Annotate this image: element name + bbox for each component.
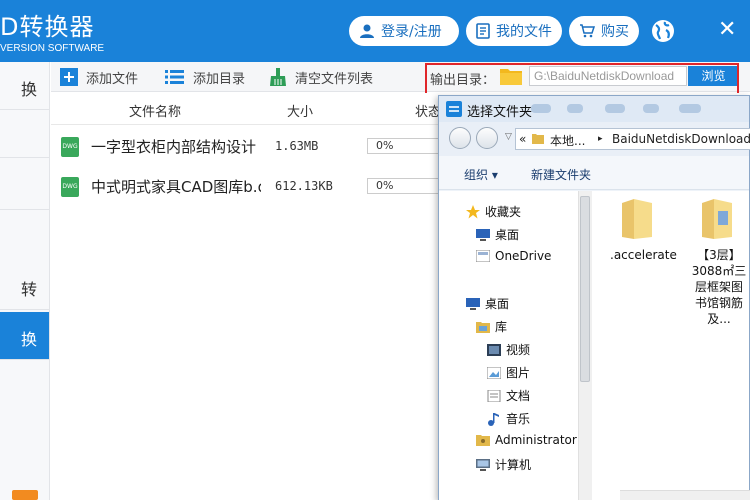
dialog-app-icon — [446, 101, 462, 117]
dialog-command-bar: 组织 ▾ 新建文件夹 — [439, 156, 749, 190]
address-bar[interactable]: « 本地... ▸ BaiduNetdiskDownload — [515, 128, 750, 150]
my-files-label: 我的文件 — [496, 24, 552, 40]
file-name: .accelerate — [610, 248, 677, 262]
address-segment-local[interactable]: 本地... — [550, 132, 585, 149]
output-dir-label: 输出目录： — [430, 73, 496, 88]
add-directory-button[interactable]: 添加目录 — [165, 67, 245, 87]
column-header-name: 文件名称 — [129, 105, 182, 120]
library-icon — [476, 321, 490, 333]
tree-item-favorites[interactable]: 收藏夹 — [466, 203, 521, 220]
tree-item-library[interactable]: 库 — [476, 318, 507, 335]
star-icon — [466, 204, 480, 218]
login-button[interactable]: 登录/注册 — [349, 16, 459, 46]
clear-list-button[interactable]: 清空文件列表 — [269, 67, 373, 87]
blurred-item — [643, 104, 659, 113]
files-pane: .accelerate 【3层】3088㎡三层框架图书馆钢筋及... — [592, 191, 749, 500]
corner-logo-icon — [12, 490, 38, 500]
blurred-item — [567, 104, 583, 113]
history-dropdown-icon[interactable]: ▽ — [505, 132, 512, 142]
file-name: 【3层】3088㎡三层框架图书馆钢筋及... — [691, 248, 747, 326]
tree-item-administrator[interactable]: Administrator — [476, 433, 577, 447]
address-separator: ▸ — [598, 134, 603, 144]
select-folder-dialog: 选择文件夹 ▽ « 本地... ▸ BaiduNetdiskDownload 组… — [438, 95, 750, 500]
tree-item-music[interactable]: 音乐 — [487, 410, 530, 427]
output-path-input[interactable]: G:\BaiduNetdiskDownload — [529, 66, 687, 86]
tree-item-videos[interactable]: 视频 — [487, 341, 530, 358]
desktop-icon — [466, 297, 480, 310]
file-name: 中式明式家具CAD图库b.dwg — [91, 178, 261, 196]
sidebar-item-3[interactable] — [0, 162, 49, 210]
app-subtitle: VERSION SOFTWARE — [0, 43, 105, 54]
toolbar: 添加文件 添加目录 清空文件列表 输出目录： G:\BaiduNetdiskDo… — [51, 62, 750, 92]
address-segment-folder[interactable]: BaiduNetdiskDownload — [612, 132, 750, 146]
user-icon — [360, 24, 374, 38]
file-size: 612.13KB — [275, 179, 333, 193]
my-files-button[interactable]: 我的文件 — [466, 16, 562, 46]
document-icon — [476, 23, 490, 39]
picture-icon — [487, 366, 501, 379]
app-header: D转换器 VERSION SOFTWARE 登录/注册 我的文件 购买 ✕ — [0, 0, 750, 62]
sidebar: 换 转 换 — [0, 62, 50, 500]
onedrive-icon — [476, 250, 490, 262]
plus-icon — [60, 68, 78, 86]
user-folder-icon — [476, 435, 490, 446]
file-name: 一字型衣柜内部结构设计 — [91, 138, 257, 156]
app-title: D转换器 — [0, 13, 95, 41]
computer-icon — [476, 458, 490, 471]
list-icon — [165, 70, 184, 84]
dwg-file-icon: DWG — [61, 177, 79, 197]
folder-small-icon — [532, 134, 544, 144]
tree-item-documents[interactable]: 文档 — [487, 387, 530, 404]
tree-item-pictures[interactable]: 图片 — [487, 364, 530, 381]
add-file-button[interactable]: 添加文件 — [60, 67, 138, 87]
blurred-item — [679, 104, 701, 113]
progress-bar: 0% — [367, 138, 443, 154]
login-label: 登录/注册 — [381, 24, 442, 40]
tree-item-desktop[interactable]: 桌面 — [466, 295, 509, 312]
desktop-icon — [476, 228, 490, 241]
forward-button[interactable] — [476, 127, 498, 149]
tree-scrollbar-thumb[interactable] — [580, 196, 590, 382]
buy-button[interactable]: 购买 — [569, 16, 639, 46]
close-icon[interactable]: ✕ — [718, 17, 736, 42]
progress-bar: 0% — [367, 178, 443, 194]
new-folder-button[interactable]: 新建文件夹 — [531, 166, 591, 183]
folder-tree: 收藏夹 桌面 OneDrive 桌面 库 视频 图片 文档 音乐 Adminis… — [439, 191, 591, 500]
back-button[interactable] — [449, 127, 471, 149]
sidebar-item-4[interactable]: 转 — [0, 262, 49, 310]
sidebar-item-1[interactable]: 换 — [0, 62, 49, 110]
tree-item-desktop-favorite[interactable]: 桌面 — [476, 226, 519, 243]
dwg-file-icon: DWG — [61, 137, 79, 157]
sidebar-item-5-active[interactable]: 换 — [0, 312, 49, 360]
cart-icon — [580, 24, 595, 38]
video-icon — [487, 343, 501, 356]
music-icon — [488, 412, 499, 426]
tree-item-onedrive[interactable]: OneDrive — [476, 249, 551, 263]
folder-icon — [702, 199, 732, 239]
browse-button[interactable]: 浏览 — [688, 66, 739, 86]
file-size: 1.63MB — [275, 139, 319, 153]
dialog-title: 选择文件夹 — [467, 105, 533, 120]
dialog-navbar: ▽ « 本地... ▸ BaiduNetdiskDownload — [439, 122, 750, 156]
buy-label: 购买 — [601, 24, 629, 40]
dialog-bottom-scrollbar[interactable] — [620, 490, 750, 500]
tree-item-computer[interactable]: 计算机 — [476, 456, 531, 473]
folder-icon — [622, 199, 652, 239]
sidebar-item-2[interactable] — [0, 110, 49, 158]
organize-button[interactable]: 组织 ▾ — [464, 166, 498, 183]
address-overflow[interactable]: « — [519, 132, 526, 146]
folder-icon[interactable] — [500, 67, 522, 85]
blurred-item — [605, 104, 625, 113]
column-header-size: 大小 — [287, 105, 314, 120]
broom-icon — [270, 68, 286, 86]
blurred-item — [531, 104, 551, 113]
documents-icon — [487, 389, 501, 402]
dialog-titlebar[interactable]: 选择文件夹 — [439, 96, 749, 122]
globe-icon[interactable] — [651, 19, 675, 43]
